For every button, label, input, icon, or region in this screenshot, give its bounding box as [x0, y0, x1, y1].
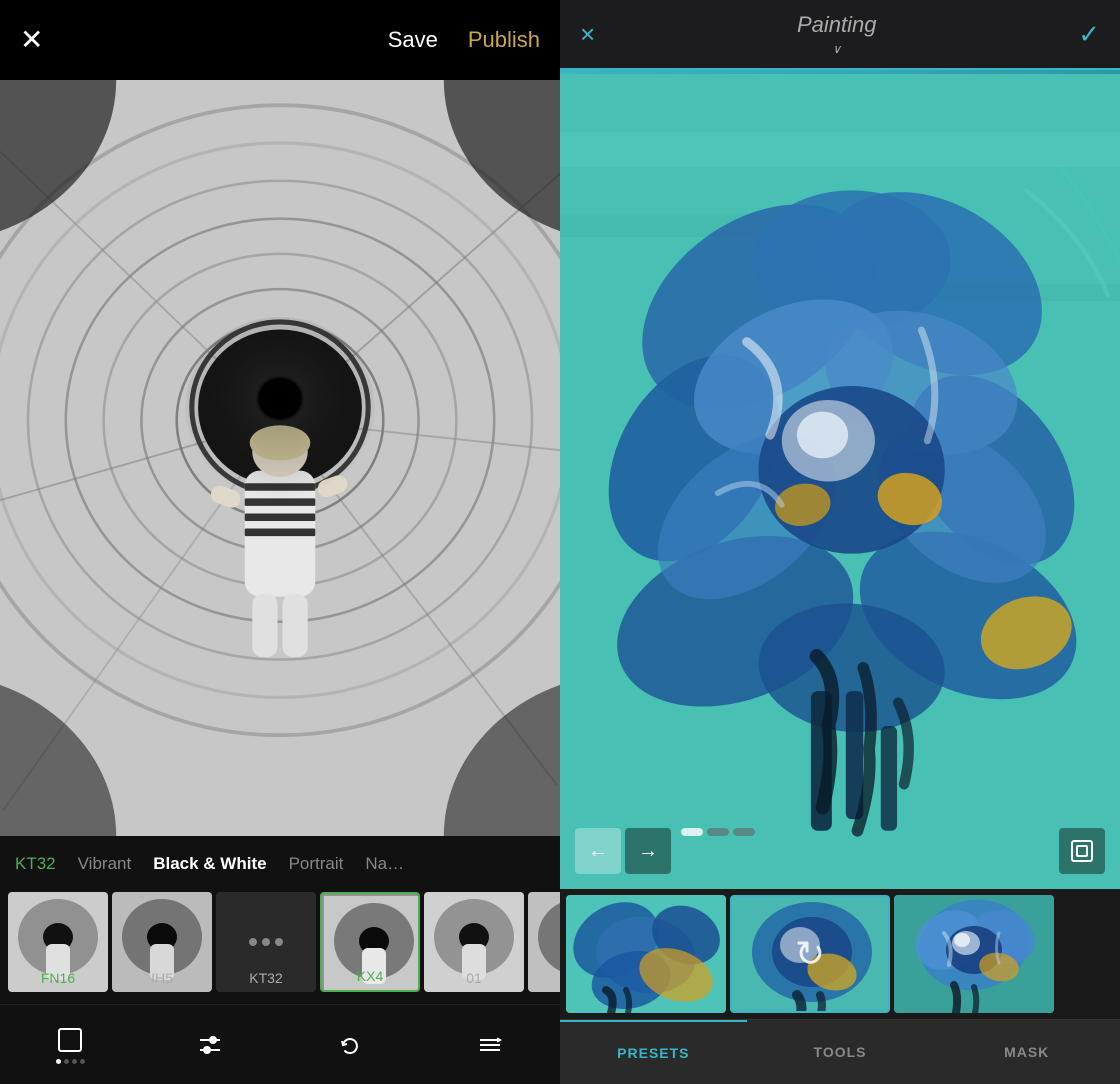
painting-image	[560, 74, 1120, 889]
filter-label-fn16: FN16	[8, 970, 108, 986]
frame-dot-1[interactable]	[681, 828, 703, 836]
painting-confirm-button[interactable]: ✓	[1078, 19, 1100, 50]
left-bottom-toolbar	[0, 1004, 560, 1084]
preset-1-image	[566, 895, 726, 1013]
painting-close-button[interactable]: ×	[580, 19, 595, 50]
filter-label-kx4: KX4	[322, 968, 418, 984]
tab-mask[interactable]: MASK	[933, 1020, 1120, 1084]
tab-tools[interactable]: TOOLS	[747, 1020, 934, 1084]
header-actions: Save Publish	[388, 27, 540, 53]
filter-thumb-ih5[interactable]: IH5	[112, 892, 212, 992]
painting-title: Painting ∨	[797, 12, 877, 56]
filter-cat-vibrant[interactable]: Vibrant	[78, 854, 132, 874]
nav-arrows: ← →	[575, 828, 755, 874]
preset-thumb-1[interactable]	[566, 895, 726, 1013]
canvas-navigation: ← →	[560, 828, 1120, 874]
filter-label-02: 02	[528, 970, 560, 986]
preset-thumb-3[interactable]	[894, 895, 1054, 1013]
history-tool-button[interactable]	[335, 1030, 365, 1060]
layers-tool-button[interactable]	[475, 1030, 505, 1060]
history-icon	[335, 1030, 365, 1060]
filter-categories: KT32 Vibrant Black & White Portrait Na…	[0, 836, 560, 884]
filter-thumbnails: FN16 IH5	[0, 884, 560, 1004]
sliders-icon	[195, 1030, 225, 1060]
frame-tool-dots	[56, 1059, 85, 1064]
close-button[interactable]: ✕	[20, 26, 43, 54]
right-header: × Painting ∨ ✓	[560, 0, 1120, 70]
filter-thumb-kt32[interactable]: KT32	[216, 892, 316, 992]
filter-thumb-fn16[interactable]: FN16	[8, 892, 108, 992]
title-chevron: ∨	[832, 42, 841, 56]
painting-canvas: ← →	[560, 74, 1120, 889]
right-bottom-toolbar: PRESETS TOOLS MASK	[560, 1019, 1120, 1084]
filter-thumb-02[interactable]: 02	[528, 892, 560, 992]
painting-presets: ↻	[560, 889, 1120, 1019]
preset-thumb-2[interactable]: ↻	[730, 895, 890, 1013]
layers-icon	[475, 1030, 505, 1060]
refresh-icon: ↻	[795, 933, 825, 975]
tab-presets[interactable]: PRESETS	[560, 1020, 747, 1084]
adjust-tool-button[interactable]	[195, 1030, 225, 1060]
frame-tool-button[interactable]	[55, 1025, 85, 1064]
filter-cat-portrait[interactable]: Portrait	[289, 854, 344, 874]
save-button[interactable]: Save	[388, 27, 438, 53]
filter-label-ih5: IH5	[112, 970, 212, 986]
frame-icon	[55, 1025, 85, 1055]
frame-dot-3[interactable]	[733, 828, 755, 836]
filter-thumb-kx4[interactable]: KX4	[320, 892, 420, 992]
left-header: ✕ Save Publish	[0, 0, 560, 80]
expand-icon	[1069, 838, 1095, 864]
filter-cat-natural[interactable]: Na…	[365, 854, 404, 874]
photo-canvas	[0, 80, 560, 836]
frame-dot-2[interactable]	[707, 828, 729, 836]
preset-3-image	[894, 895, 1054, 1013]
filter-label-01: 01	[424, 970, 524, 986]
nav-prev-button[interactable]: ←	[575, 828, 621, 874]
nav-next-button[interactable]: →	[625, 828, 671, 874]
right-panel: × Painting ∨ ✓	[560, 0, 1120, 1084]
left-panel: ✕ Save Publish	[0, 0, 560, 1084]
publish-button[interactable]: Publish	[468, 27, 540, 53]
photo-container	[0, 80, 560, 836]
expand-button[interactable]	[1059, 828, 1105, 874]
filter-cat-kt32[interactable]: KT32	[15, 854, 56, 874]
filters-section: KT32 Vibrant Black & White Portrait Na… …	[0, 836, 560, 1004]
filter-cat-bw[interactable]: Black & White	[153, 854, 266, 874]
filter-label-kt32: KT32	[216, 970, 316, 986]
photo-image	[0, 80, 560, 836]
filter-thumb-01[interactable]: 01	[424, 892, 524, 992]
more-dots	[249, 938, 283, 946]
